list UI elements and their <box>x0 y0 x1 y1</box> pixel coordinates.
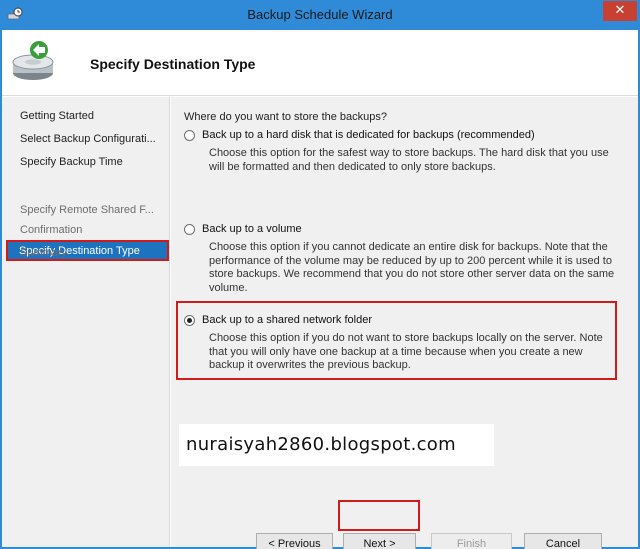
option-label-volume[interactable]: Back up to a volume <box>202 223 302 235</box>
option-desc-shared-network-folder: Choose this option if you do not want to… <box>209 332 603 371</box>
backup-disk-icon <box>12 41 54 80</box>
close-button[interactable]: ✕ <box>603 1 637 21</box>
wizard-steps-sidebar: Getting Started Select Backup Configurat… <box>2 97 170 547</box>
step-confirmation: Confirmation <box>20 224 83 236</box>
radio-dedicated-disk[interactable] <box>184 130 195 141</box>
option-desc-volume: Choose this option if you cannot dedicat… <box>209 241 615 294</box>
cancel-button[interactable]: Cancel <box>524 533 602 549</box>
previous-button[interactable]: < Previous <box>256 533 333 549</box>
destination-options-panel: Where do you want to store the backups? … <box>171 97 638 549</box>
watermark-text: nuraisyah2860.blogspot.com <box>186 434 456 455</box>
wizard-window: Backup Schedule Wizard ✕ Specify Destina… <box>0 0 640 549</box>
wizard-header: Specify Destination Type <box>2 30 638 96</box>
title-bar[interactable]: Backup Schedule Wizard ✕ <box>0 0 640 30</box>
step-select-backup-configuration[interactable]: Select Backup Configurati... <box>20 133 160 145</box>
step-getting-started[interactable]: Getting Started <box>20 110 160 122</box>
destination-question: Where do you want to store the backups? <box>184 111 388 123</box>
close-icon: ✕ <box>614 3 626 18</box>
radio-shared-network-folder[interactable] <box>184 315 195 326</box>
step-summary: Summary <box>20 247 68 259</box>
finish-button: Finish <box>431 533 512 549</box>
step-specify-backup-time[interactable]: Specify Backup Time <box>20 156 160 168</box>
option-desc-dedicated-disk: Choose this option for the safest way to… <box>209 147 609 173</box>
next-button-highlight <box>338 500 420 531</box>
window-title: Backup Schedule Wizard <box>247 7 393 22</box>
blog-watermark: nuraisyah2860.blogspot.com <box>179 424 494 466</box>
option-label-shared-network-folder[interactable]: Back up to a shared network folder <box>202 314 372 326</box>
step-specify-remote-shared-folder: Specify Remote Shared F... <box>20 204 154 216</box>
page-title: Specify Destination Type <box>90 56 256 72</box>
radio-volume[interactable] <box>184 224 195 235</box>
next-button[interactable]: Next > <box>343 533 416 549</box>
wizard-client-area: Specify Destination Type Getting Started… <box>2 30 638 549</box>
option-label-dedicated-disk[interactable]: Back up to a hard disk that is dedicated… <box>202 129 535 141</box>
